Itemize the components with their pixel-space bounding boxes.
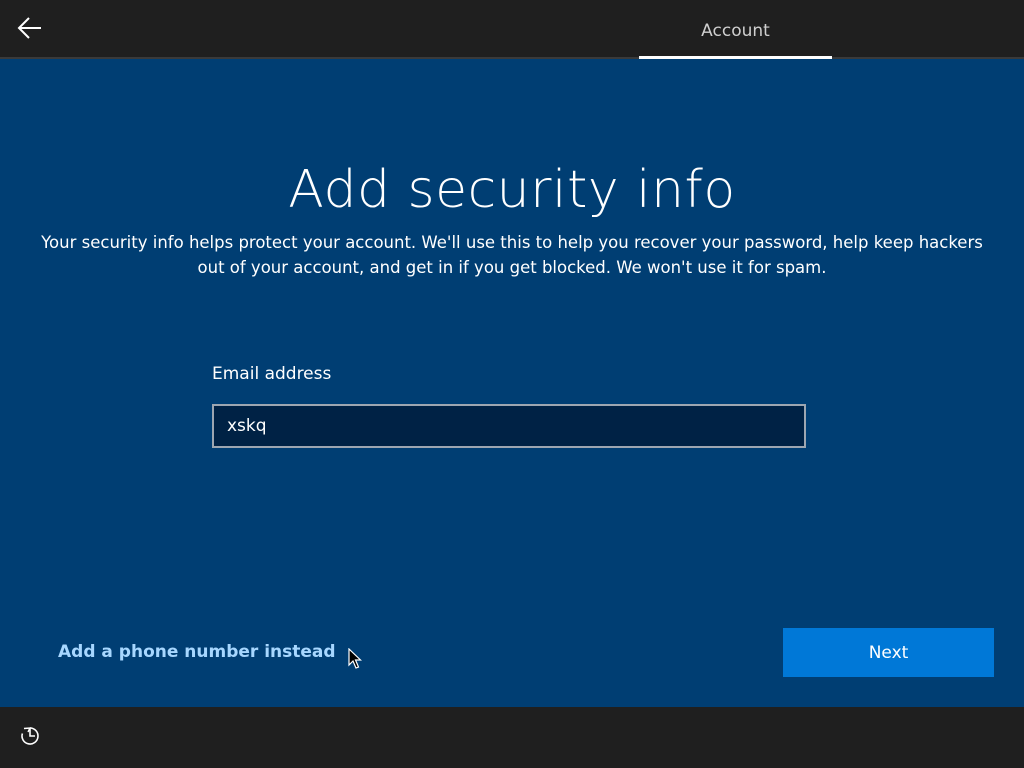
oobe-window: Account Add security info Your security … [0, 0, 1024, 768]
ease-of-access-icon [19, 725, 41, 751]
back-button[interactable] [8, 10, 52, 50]
next-button[interactable]: Next [783, 628, 994, 677]
email-label: Email address [212, 364, 332, 384]
email-field[interactable] [212, 404, 806, 448]
main-content: Add security info Your security info hel… [0, 59, 1024, 707]
bottom-bar [0, 707, 1024, 768]
add-phone-link[interactable]: Add a phone number instead [58, 642, 336, 662]
arrow-left-icon [16, 14, 44, 46]
tab-account-label: Account [701, 20, 770, 41]
tab-account[interactable]: Account [639, 0, 832, 59]
page-description: Your security info helps protect your ac… [41, 233, 983, 277]
page-title: Add security info [288, 160, 736, 220]
ease-of-access-button[interactable] [14, 723, 46, 753]
mouse-pointer-icon [348, 647, 362, 670]
top-bar: Account [0, 0, 1024, 59]
